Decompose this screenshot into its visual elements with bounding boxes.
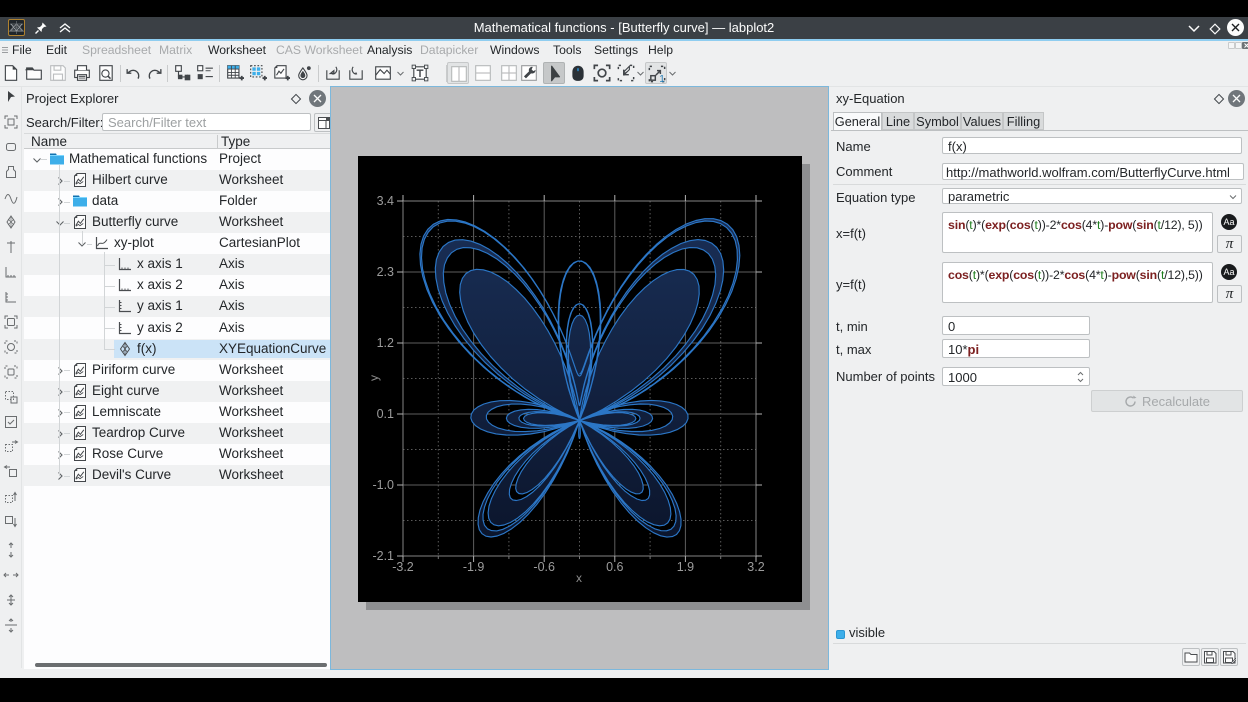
svg-text:-1.0: -1.0 (372, 478, 394, 492)
svg-text:1.2: 1.2 (377, 336, 394, 350)
svg-text:y: y (367, 375, 381, 381)
svg-text:-1.9: -1.9 (463, 560, 485, 574)
svg-text:3.4: 3.4 (377, 194, 394, 208)
svg-text:0.6: 0.6 (606, 560, 623, 574)
svg-text:3.2: 3.2 (747, 560, 764, 574)
svg-text:2.3: 2.3 (377, 265, 394, 279)
svg-text:0.1: 0.1 (377, 407, 394, 421)
svg-text:1: 1 (659, 74, 665, 83)
svg-text:1.9: 1.9 (677, 560, 694, 574)
svg-text:-0.6: -0.6 (533, 560, 555, 574)
svg-text:-2.1: -2.1 (372, 549, 394, 563)
svg-text:x: x (576, 571, 582, 585)
svg-text:-3.2: -3.2 (392, 560, 414, 574)
